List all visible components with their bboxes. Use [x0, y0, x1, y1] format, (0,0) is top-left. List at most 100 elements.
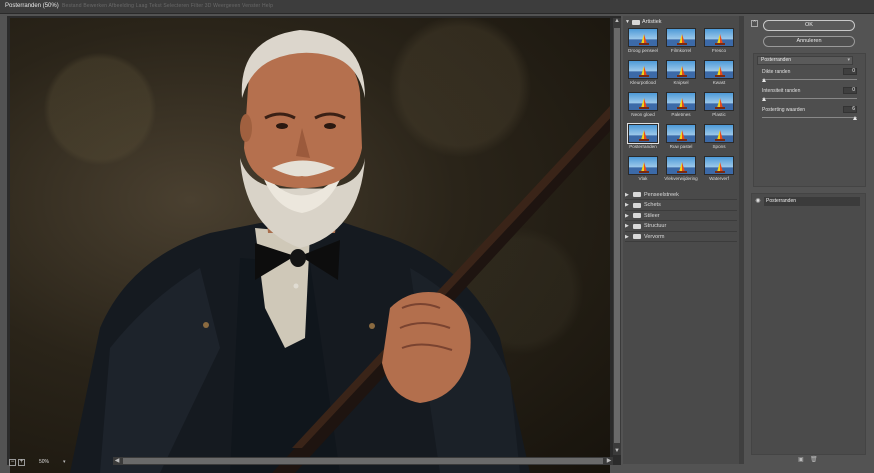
preview-vertical-scrollbar[interactable]: ▲ ▼: [613, 18, 621, 455]
filter-folder[interactable]: ▶ Stileer: [625, 211, 737, 221]
filter-folder[interactable]: ▶ Vervorm: [625, 232, 737, 242]
filter-preview-image: [628, 60, 658, 79]
hull-shape: [715, 139, 725, 141]
filter-preview-image: [704, 156, 734, 175]
filter-thumbnail[interactable]: Knipsel: [664, 60, 698, 88]
folder-icon: [633, 213, 641, 218]
filter-thumbnail-label: Spons: [712, 144, 726, 149]
filter-select[interactable]: Posterranden ▾: [757, 56, 853, 65]
horizontal-scroll-thumb[interactable]: [123, 458, 603, 464]
filter-thumbnail[interactable]: Paletmes: [664, 92, 698, 120]
filter-preview-image: [627, 123, 659, 144]
filter-parameter: Dikte randen 0: [762, 68, 857, 87]
filter-select-value: Posterranden: [761, 57, 792, 63]
filter-thumbnail[interactable]: Kwast: [702, 60, 736, 88]
parameter-label: Intensiteit randen: [762, 88, 801, 94]
portrait-illustration: [70, 30, 610, 473]
chevron-down-icon: ▾: [847, 57, 850, 63]
filter-folder[interactable]: ▶ Structuur: [625, 222, 737, 232]
window-title: Posterranden (50%): [5, 3, 59, 9]
filter-thumbnail-label: Kleurpotlood: [630, 80, 656, 85]
effect-layer-row[interactable]: ◉ Posterranden: [754, 196, 860, 206]
scroll-left-icon[interactable]: ◀: [113, 457, 121, 465]
cancel-button[interactable]: Annuleren: [763, 36, 855, 47]
filter-preview-image: [704, 124, 734, 143]
filter-thumbnail[interactable]: Plastic: [702, 92, 736, 120]
filter-parameter: Posterting waarden 6: [762, 106, 857, 125]
scroll-right-icon[interactable]: ▶: [605, 457, 613, 465]
filter-thumbnail-label: Ruw pastel: [669, 144, 693, 149]
filter-thumbnail-label: Vlekverwijdering: [664, 176, 698, 181]
filter-preview-image: [704, 92, 734, 111]
filter-thumbnail[interactable]: Filmkorrel: [664, 28, 698, 56]
filter-thumbnail[interactable]: Fresco: [702, 28, 736, 56]
hull-shape: [715, 107, 725, 109]
preview-horizontal-scrollbar[interactable]: ◀ ▶: [113, 457, 613, 465]
parameter-slider-track[interactable]: [762, 117, 857, 118]
filter-thumbnail-label: Paletmes: [671, 112, 691, 117]
collapse-gallery-icon[interactable]: ^: [751, 20, 758, 27]
folder-collapsed-icon: ▶: [625, 202, 629, 208]
filter-thumbnail-label: Vlak: [638, 176, 648, 181]
filter-thumbnail[interactable]: Spons: [702, 124, 736, 152]
filter-thumbnail-label: Knipsel: [673, 80, 689, 85]
title-bar: Posterranden (50%) Bestand Bewerken Afbe…: [0, 0, 874, 14]
folder-label: Artistiek: [642, 19, 662, 25]
preview-frame: [7, 16, 621, 473]
gallery-scrollbar[interactable]: [739, 16, 744, 464]
filter-folder[interactable]: ▶ Schets: [625, 201, 737, 211]
filter-thumbnail[interactable]: Ruw pastel: [664, 124, 698, 152]
delete-effect-layer-icon[interactable]: 🗑: [810, 457, 818, 463]
preview-image[interactable]: [10, 18, 610, 473]
filter-thumbnail-label: Filmkorrel: [670, 48, 692, 53]
filter-thumbnail[interactable]: Vlekverwijdering: [664, 156, 698, 184]
filter-preview-image: [704, 28, 734, 47]
filter-preview-image: [666, 28, 696, 47]
folder-artistiek[interactable]: ▼ Artistiek: [625, 18, 662, 26]
filter-folder[interactable]: ▶ Penseelstreek: [625, 190, 737, 200]
hull-shape: [639, 171, 649, 173]
hull-shape: [639, 139, 649, 141]
hull-shape: [715, 171, 725, 173]
hull-shape: [677, 139, 687, 141]
zoom-in-button[interactable]: +: [18, 458, 25, 466]
parameter-value-input[interactable]: 6: [843, 106, 857, 113]
filter-thumbnail[interactable]: Neon gloed: [626, 92, 660, 120]
ok-button[interactable]: OK: [763, 20, 855, 31]
folder-icon: [633, 202, 641, 208]
scroll-down-icon[interactable]: ▼: [614, 448, 620, 454]
parameter-label: Dikte randen: [762, 69, 791, 75]
hull-shape: [715, 43, 725, 45]
filter-preview-image: [666, 92, 696, 111]
effect-layers: ◉ Posterranden: [751, 193, 866, 455]
zoom-level-select[interactable]: 50%: [39, 459, 61, 466]
filter-thumbnail-label: Posterranden: [629, 144, 657, 149]
parameter-label: Posterting waarden: [762, 107, 806, 113]
visibility-eye-icon[interactable]: ◉: [754, 197, 762, 205]
parameter-value-input[interactable]: 0: [843, 87, 857, 94]
vertical-scroll-thumb[interactable]: [614, 28, 620, 443]
zoom-caret-icon[interactable]: ▾: [63, 459, 66, 465]
folder-icon: [632, 19, 640, 25]
filter-thumbnail[interactable]: Droog penseel: [626, 28, 660, 56]
filter-thumbnail[interactable]: Kleurpotlood: [626, 60, 660, 88]
new-effect-layer-icon[interactable]: ▣: [798, 457, 804, 463]
filter-settings: Posterranden ▾ Dikte randen 0 Intensiteit …: [753, 53, 866, 187]
effect-layer-name[interactable]: Posterranden: [764, 196, 860, 206]
parameter-value-input[interactable]: 0: [843, 68, 857, 75]
scroll-up-icon[interactable]: ▲: [614, 18, 620, 24]
filter-thumbnail[interactable]: Waterverf: [702, 156, 736, 184]
filter-preview-image: [628, 156, 658, 175]
filter-gallery: ▼ Artistiek Droog penseel Filmkorrel Fresc…: [623, 16, 744, 464]
parameter-slider-track[interactable]: [762, 98, 857, 99]
filter-thumbnail[interactable]: Posterranden: [626, 123, 660, 152]
filter-preview-image: [628, 28, 658, 47]
filter-thumbnail[interactable]: Vlak: [626, 156, 660, 184]
filter-preview-image: [704, 60, 734, 79]
zoom-out-button[interactable]: −: [9, 458, 16, 466]
hull-shape: [677, 43, 687, 45]
parameter-slider-track[interactable]: [762, 79, 857, 80]
filter-thumbnail-label: Kwast: [712, 80, 726, 85]
filter-preview-image: [666, 156, 696, 175]
folder-icon: [633, 234, 641, 239]
